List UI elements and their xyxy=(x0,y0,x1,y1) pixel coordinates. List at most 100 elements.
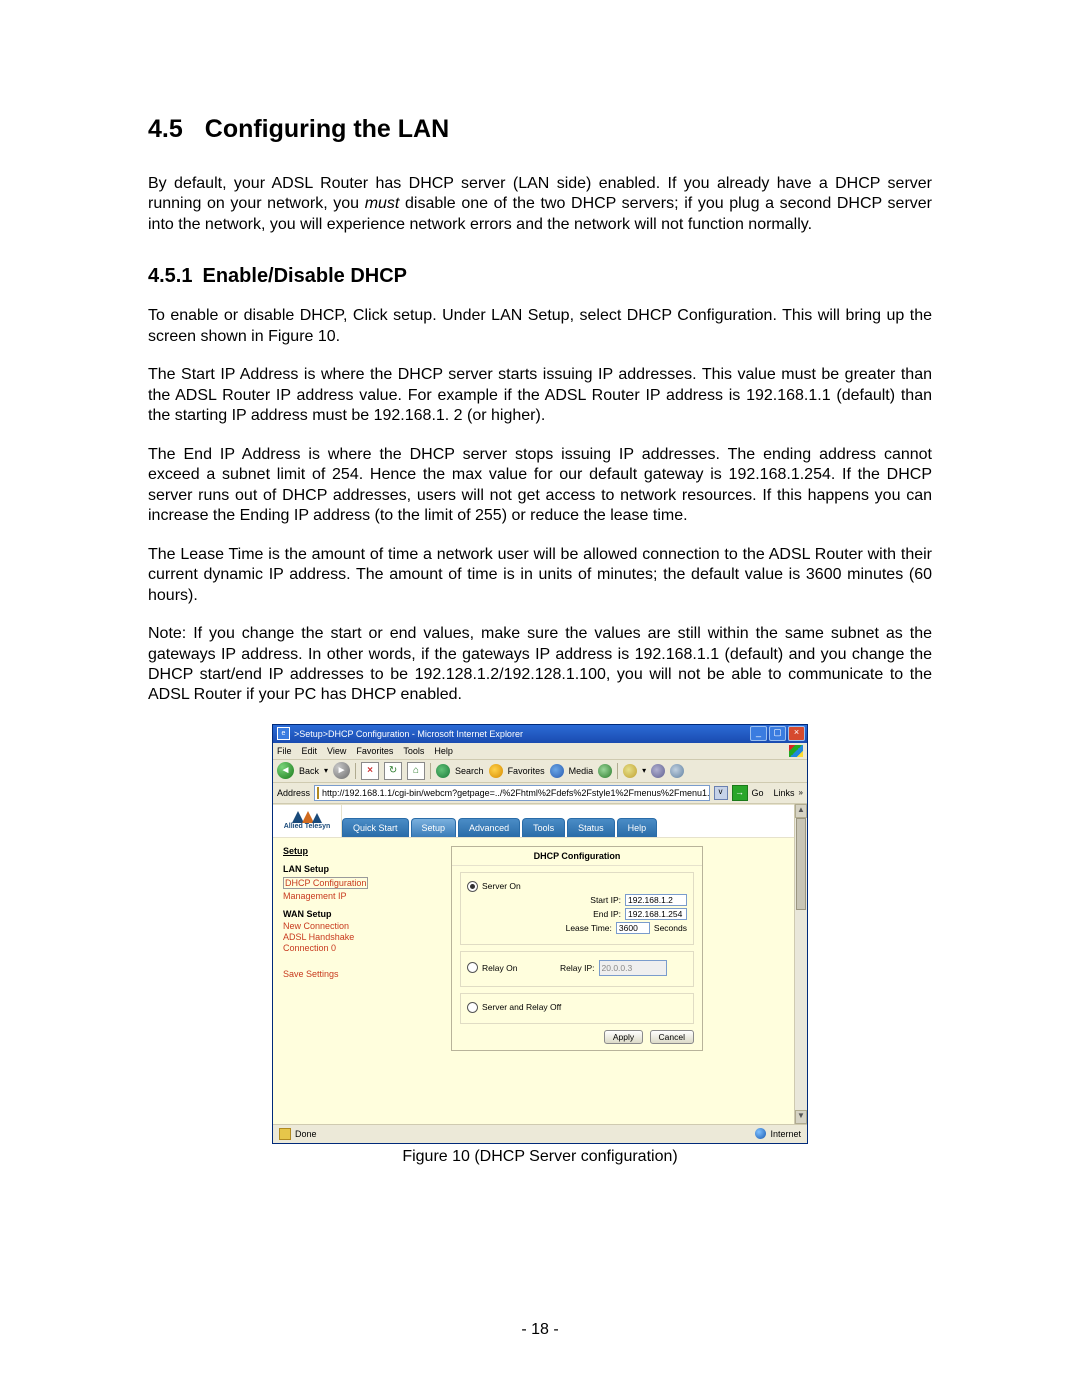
lease-time-input[interactable] xyxy=(616,922,650,934)
history-icon[interactable] xyxy=(598,764,612,778)
group-relay-on: Relay On Relay IP: xyxy=(460,951,694,987)
menu-view[interactable]: View xyxy=(327,746,346,756)
menu-file[interactable]: File xyxy=(277,746,292,756)
address-value: http://192.168.1.1/cgi-bin/webcm?getpage… xyxy=(322,788,709,798)
sidebar-item-adsl-handshake[interactable]: ADSL Handshake xyxy=(283,932,423,942)
go-label[interactable]: Go xyxy=(752,788,764,798)
favorites-icon[interactable] xyxy=(489,764,503,778)
ie-icon: e xyxy=(277,727,290,740)
radio-server-relay-off-label: Server and Relay Off xyxy=(482,1002,561,1012)
screenshot-window: e >Setup>DHCP Configuration - Microsoft … xyxy=(272,724,808,1144)
address-bar: Address http://192.168.1.1/cgi-bin/webcm… xyxy=(273,783,807,804)
tab-quick-start[interactable]: Quick Start xyxy=(342,818,409,837)
tab-status[interactable]: Status xyxy=(567,818,615,837)
paragraph: Note: If you change the start or end val… xyxy=(148,624,932,706)
radio-server-on-label: Server On xyxy=(482,881,554,891)
sidebar-item-dhcp-configuration[interactable]: DHCP Configuration xyxy=(283,877,368,889)
scroll-up-button[interactable]: ▲ xyxy=(795,804,807,818)
media-icon[interactable] xyxy=(550,764,564,778)
tab-setup[interactable]: Setup xyxy=(411,818,457,837)
search-icon[interactable] xyxy=(436,764,450,778)
router-content: Setup LAN Setup DHCP Configuration Manag… xyxy=(273,836,795,1124)
sidebar-item-save-settings[interactable]: Save Settings xyxy=(283,969,423,979)
cancel-button[interactable]: Cancel xyxy=(650,1030,694,1044)
minimize-button[interactable]: _ xyxy=(750,726,767,741)
subsection-number: 4.5.1 xyxy=(148,265,192,287)
page-number: - 18 - xyxy=(0,1321,1080,1339)
lease-time-unit: Seconds xyxy=(654,923,687,933)
group-server-relay-off: Server and Relay Off xyxy=(460,993,694,1024)
toolbar-separator xyxy=(430,763,431,779)
section-title: Configuring the LAN xyxy=(205,115,449,143)
brand-logo: Allied Telesyn xyxy=(273,805,342,837)
toolbar: ◄ Back ▾ ► × ↻ ⌂ Search Favorites Media … xyxy=(273,760,807,783)
status-bar: Done Internet xyxy=(273,1125,807,1143)
brand-name: Allied Telesyn xyxy=(284,823,331,830)
dhcp-panel: DHCP Configuration Server On Start IP: xyxy=(451,846,703,1051)
apply-button[interactable]: Apply xyxy=(604,1030,643,1044)
menu-help[interactable]: Help xyxy=(434,746,453,756)
radio-relay-on-label: Relay On xyxy=(482,963,554,973)
panel-title: DHCP Configuration xyxy=(452,847,702,866)
links-label[interactable]: Links xyxy=(774,788,795,798)
end-ip-label: End IP: xyxy=(593,909,621,919)
sidebar-group-wan: WAN Setup xyxy=(283,909,423,919)
done-icon xyxy=(279,1128,291,1140)
go-button[interactable]: → xyxy=(732,785,748,801)
menu-edit[interactable]: Edit xyxy=(302,746,318,756)
media-label[interactable]: Media xyxy=(569,766,594,776)
home-button[interactable]: ⌂ xyxy=(407,762,425,780)
menu-favorites[interactable]: Favorites xyxy=(356,746,393,756)
scroll-down-button[interactable]: ▼ xyxy=(795,1110,807,1124)
tab-advanced[interactable]: Advanced xyxy=(458,818,520,837)
menu-tools[interactable]: Tools xyxy=(403,746,424,756)
back-button-label[interactable]: Back xyxy=(299,766,319,776)
scroll-thumb[interactable] xyxy=(796,818,806,910)
stop-button[interactable]: × xyxy=(361,762,379,780)
sidebar: Setup LAN Setup DHCP Configuration Manag… xyxy=(273,836,431,1124)
paragraph: To enable or disable DHCP, Click setup. … xyxy=(148,306,932,347)
paragraph: The Start IP Address is where the DHCP s… xyxy=(148,365,932,426)
address-label: Address xyxy=(277,788,310,798)
back-dropdown-icon[interactable]: ▾ xyxy=(324,766,328,775)
mail-dropdown-icon[interactable]: ▾ xyxy=(642,766,646,775)
intro-paragraph: By default, your ADSL Router has DHCP se… xyxy=(148,174,932,235)
subsection-title: Enable/Disable DHCP xyxy=(202,265,407,287)
sidebar-item-new-connection[interactable]: New Connection xyxy=(283,921,423,931)
page-icon xyxy=(317,787,319,799)
close-button[interactable]: × xyxy=(788,726,805,741)
start-ip-label: Start IP: xyxy=(590,895,621,905)
vertical-scrollbar[interactable]: ▲ ▼ xyxy=(794,804,807,1124)
router-tabs: Quick Start Setup Advanced Tools Status … xyxy=(342,805,807,837)
sidebar-item-connection-0[interactable]: Connection 0 xyxy=(283,943,423,953)
tab-help[interactable]: Help xyxy=(617,818,658,837)
address-dropdown-icon[interactable]: v xyxy=(714,786,728,800)
forward-button-icon[interactable]: ► xyxy=(333,762,350,779)
sidebar-heading[interactable]: Setup xyxy=(283,846,423,856)
print-icon[interactable] xyxy=(651,764,665,778)
menubar: File Edit View Favorites Tools Help xyxy=(273,743,807,760)
paragraph: The Lease Time is the amount of time a n… xyxy=(148,545,932,606)
back-button-icon[interactable]: ◄ xyxy=(277,762,294,779)
mail-icon[interactable] xyxy=(623,764,637,778)
section-number: 4.5 xyxy=(148,115,183,143)
start-ip-input[interactable] xyxy=(625,894,687,906)
links-chevron-icon[interactable]: » xyxy=(799,788,803,797)
end-ip-input[interactable] xyxy=(625,908,687,920)
section-heading: 4.5 Configuring the LAN xyxy=(148,115,932,144)
radio-server-on[interactable] xyxy=(467,881,478,892)
refresh-button[interactable]: ↻ xyxy=(384,762,402,780)
edit-icon[interactable] xyxy=(670,764,684,778)
maximize-button[interactable]: ▢ xyxy=(769,726,786,741)
search-label[interactable]: Search xyxy=(455,766,484,776)
tab-tools[interactable]: Tools xyxy=(522,818,565,837)
internet-zone-label: Internet xyxy=(770,1129,801,1139)
figure-caption: Figure 10 (DHCP Server configuration) xyxy=(148,1148,932,1166)
favorites-label[interactable]: Favorites xyxy=(508,766,545,776)
sidebar-item-management-ip[interactable]: Management IP xyxy=(283,891,423,901)
radio-server-relay-off[interactable] xyxy=(467,1002,478,1013)
radio-relay-on[interactable] xyxy=(467,962,478,973)
address-field[interactable]: http://192.168.1.1/cgi-bin/webcm?getpage… xyxy=(314,785,709,801)
panel-button-row: Apply Cancel xyxy=(452,1030,702,1042)
status-text: Done xyxy=(295,1129,317,1139)
